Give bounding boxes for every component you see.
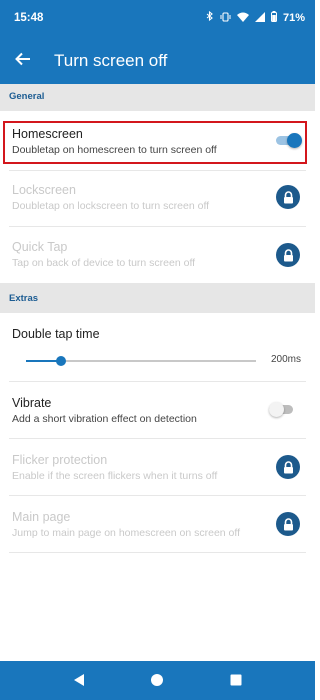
setting-quick-tap[interactable]: Quick Tap Tap on back of device to turn …	[0, 227, 315, 281]
setting-subtitle: Jump to main page on homescreen on scree…	[12, 527, 241, 539]
battery-percent: 71%	[282, 12, 305, 24]
section-label-extras: Extras	[9, 293, 39, 304]
setting-title: Vibrate	[12, 396, 52, 410]
app-bar: Turn screen off	[0, 38, 315, 84]
setting-vibrate[interactable]: Vibrate Add a short vibration effect on …	[0, 382, 315, 438]
double-tap-slider[interactable]	[26, 356, 256, 366]
toggle-thumb	[269, 402, 284, 417]
setting-title: Double tap time	[12, 327, 100, 341]
triangle-back-icon[interactable]	[72, 673, 86, 687]
setting-main-page[interactable]: Main page Jump to main page on homescree…	[0, 496, 315, 552]
system-nav-bar	[0, 661, 315, 700]
status-bar: 15:48 71%	[0, 0, 315, 38]
setting-title: Flicker protection	[12, 453, 108, 467]
setting-title: Quick Tap	[12, 240, 68, 254]
square-recents-icon[interactable]	[229, 673, 243, 687]
section-header-extras: Extras	[0, 283, 315, 313]
lock-icon[interactable]	[276, 185, 300, 209]
setting-subtitle: Add a short vibration effect on detectio…	[12, 413, 197, 425]
circle-home-icon[interactable]	[150, 673, 164, 687]
section-label-general: General	[9, 91, 45, 102]
section-header-general: General	[0, 84, 315, 111]
setting-flicker-protection[interactable]: Flicker protection Enable if the screen …	[0, 439, 315, 495]
battery-icon	[270, 11, 277, 25]
selection-highlight	[3, 121, 307, 164]
setting-title: Lockscreen	[12, 183, 76, 197]
vibrate-icon	[220, 11, 231, 25]
wifi-icon	[236, 12, 249, 25]
slider-knob[interactable]	[55, 356, 66, 366]
page-title: Turn screen off	[54, 51, 168, 70]
slider-value: 200ms	[270, 354, 301, 365]
status-time: 15:48	[14, 12, 44, 24]
setting-double-tap-time: Double tap time	[0, 313, 315, 381]
divider	[9, 552, 306, 553]
lock-icon[interactable]	[276, 243, 300, 267]
signal-icon	[254, 11, 265, 25]
setting-title: Main page	[12, 510, 71, 524]
vibrate-toggle[interactable]	[269, 402, 295, 417]
setting-subtitle: Doubletap on lockscreen to turn screen o…	[12, 200, 210, 212]
arrow-left-icon[interactable]	[14, 50, 32, 68]
setting-lockscreen[interactable]: Lockscreen Doubletap on lockscreen to tu…	[0, 171, 315, 225]
lock-icon[interactable]	[276, 455, 300, 479]
bluetooth-icon	[206, 10, 214, 25]
status-icons: 71%	[206, 10, 305, 25]
setting-subtitle: Enable if the screen flickers when it tu…	[12, 470, 218, 482]
lock-icon[interactable]	[276, 512, 300, 536]
setting-subtitle: Tap on back of device to turn screen off	[12, 257, 196, 269]
